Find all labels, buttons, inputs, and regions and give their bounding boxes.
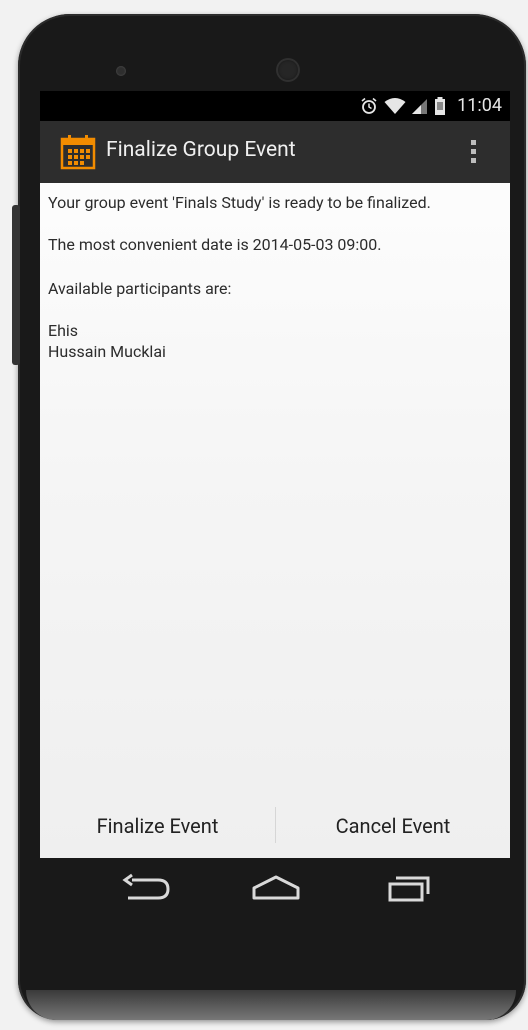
status-bar: 11:04 bbox=[40, 91, 510, 121]
wifi-icon bbox=[384, 98, 406, 114]
signal-icon bbox=[412, 99, 427, 114]
finalize-event-button[interactable]: Finalize Event bbox=[40, 794, 275, 858]
ready-message: Your group event 'Finals Study' is ready… bbox=[48, 193, 431, 212]
power-button bbox=[12, 205, 20, 365]
proximity-sensor bbox=[116, 66, 126, 76]
button-bar: Finalize Event Cancel Event bbox=[40, 794, 510, 858]
date-message: The most convenient date is 2014-05-03 0… bbox=[48, 235, 382, 254]
battery-icon bbox=[435, 97, 445, 115]
navigation-bar bbox=[40, 858, 510, 920]
back-icon[interactable] bbox=[116, 872, 176, 906]
status-time: 11:04 bbox=[457, 95, 502, 116]
calendar-icon[interactable] bbox=[60, 134, 96, 170]
participant-item: Ehis bbox=[48, 321, 79, 340]
status-icons bbox=[360, 96, 446, 116]
action-bar: Finalize Group Event bbox=[40, 121, 510, 183]
participants-heading: Available participants are: bbox=[48, 279, 232, 298]
overflow-menu-icon[interactable] bbox=[468, 140, 478, 168]
home-icon[interactable] bbox=[246, 872, 306, 906]
participant-item: Hussain Mucklai bbox=[48, 342, 166, 361]
page-title: Finalize Group Event bbox=[106, 138, 296, 162]
cancel-event-button[interactable]: Cancel Event bbox=[276, 794, 510, 858]
screen: 11:04 Finalize Group Event Your group ev… bbox=[40, 91, 510, 858]
alarm-icon bbox=[361, 97, 377, 114]
phone-bottom-edge bbox=[26, 990, 516, 1020]
front-camera bbox=[276, 58, 300, 82]
recent-apps-icon[interactable] bbox=[378, 872, 438, 906]
